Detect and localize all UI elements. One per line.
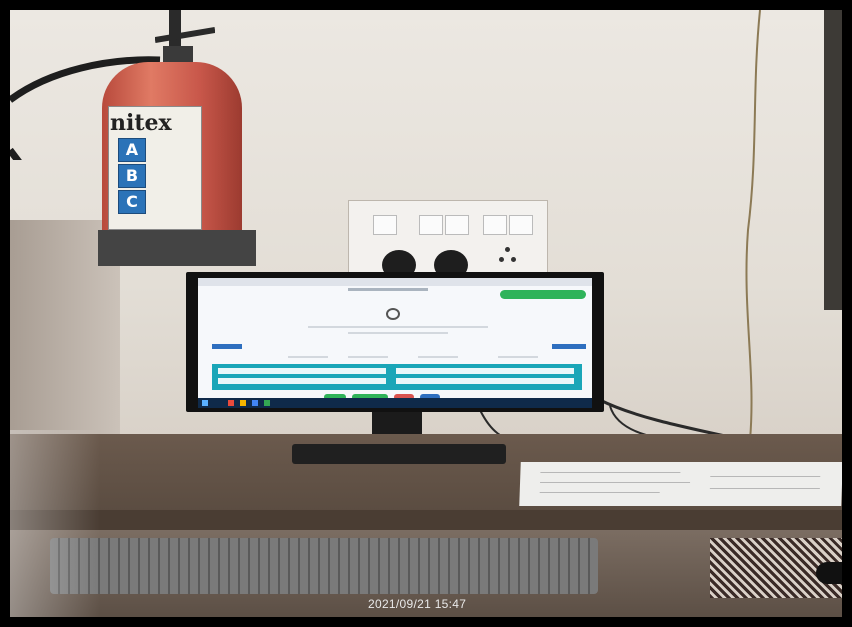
windows-taskbar bbox=[198, 398, 592, 408]
app-icon bbox=[228, 400, 234, 406]
keyboard bbox=[50, 538, 598, 594]
paper-line bbox=[540, 472, 681, 473]
switch bbox=[373, 215, 397, 235]
switch bbox=[419, 215, 443, 235]
blue-tag bbox=[552, 344, 586, 349]
text-line bbox=[348, 332, 448, 334]
app-icon bbox=[252, 400, 258, 406]
wall-cable bbox=[745, 10, 761, 440]
monitor-screen bbox=[198, 278, 592, 398]
class-c-badge: C bbox=[118, 190, 146, 214]
mouse bbox=[816, 562, 842, 584]
paper-sheets bbox=[519, 462, 842, 506]
app-icon bbox=[264, 400, 270, 406]
start-icon bbox=[202, 400, 208, 406]
socket-hole bbox=[511, 257, 516, 262]
switch bbox=[483, 215, 507, 235]
office-desk-photo: nitex A B C 2021/09/21 15:47 bbox=[10, 10, 842, 617]
photo-frame: nitex A B C 2021/09/21 15:47 bbox=[0, 0, 852, 627]
paper-line bbox=[540, 482, 691, 483]
paper-line bbox=[710, 476, 821, 477]
extinguisher-bracket bbox=[98, 230, 256, 266]
site-title-blur bbox=[348, 288, 428, 291]
monitor-stand-base bbox=[292, 444, 506, 464]
switch bbox=[445, 215, 469, 235]
text-line bbox=[348, 356, 388, 358]
class-a-badge: A bbox=[118, 138, 146, 162]
blue-tag bbox=[212, 344, 242, 349]
window-frame-edge bbox=[824, 10, 842, 310]
paper-line bbox=[539, 492, 660, 493]
photo-timestamp: 2021/09/21 15:47 bbox=[368, 597, 467, 611]
text-line bbox=[498, 356, 538, 358]
light-glare bbox=[10, 430, 100, 617]
form-field bbox=[396, 368, 574, 374]
extinguisher-brand: nitex bbox=[110, 110, 172, 136]
text-line bbox=[288, 356, 328, 358]
form-field bbox=[396, 378, 574, 384]
text-line bbox=[308, 326, 488, 328]
teal-form-panel bbox=[212, 364, 582, 390]
browser-tab-bar bbox=[198, 278, 592, 286]
form-field bbox=[218, 378, 386, 384]
extinguisher-valve bbox=[155, 10, 215, 66]
form-field bbox=[218, 368, 386, 374]
paper-line bbox=[709, 488, 820, 489]
green-action-button bbox=[500, 290, 586, 299]
class-b-badge: B bbox=[118, 164, 146, 188]
site-logo-icon bbox=[386, 308, 400, 320]
app-icon bbox=[240, 400, 246, 406]
socket-hole bbox=[499, 257, 504, 262]
switch bbox=[509, 215, 533, 235]
socket-hole bbox=[505, 247, 510, 252]
text-line bbox=[418, 356, 458, 358]
extinguisher-class-badges: A B C bbox=[118, 138, 150, 216]
